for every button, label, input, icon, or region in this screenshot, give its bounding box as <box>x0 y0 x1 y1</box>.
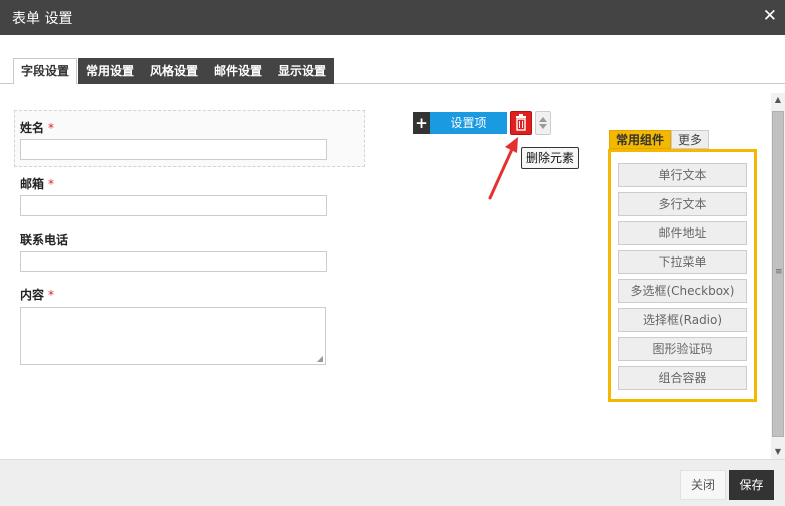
tab-common-settings[interactable]: 常用设置 <box>78 58 143 84</box>
component-panel: 单行文本 多行文本 邮件地址 下拉菜单 多选框(Checkbox) 选择框(Ra… <box>608 149 757 402</box>
field-settings-button[interactable]: 设置项 <box>430 112 507 134</box>
tab-display-settings[interactable]: 显示设置 <box>270 58 335 84</box>
component-captcha[interactable]: 图形验证码 <box>618 337 747 361</box>
save-button[interactable]: 保存 <box>729 470 774 500</box>
tab-field-settings[interactable]: 字段设置 <box>13 58 78 85</box>
field-label-name: 姓名 * <box>20 121 55 135</box>
content-textarea[interactable]: ◢ <box>20 307 326 365</box>
trash-icon <box>516 114 526 131</box>
email-input[interactable] <box>20 195 327 216</box>
close-icon[interactable]: ✕ <box>763 6 777 26</box>
scroll-up-arrow-icon[interactable]: ▲ <box>771 93 785 107</box>
settings-tabs: 字段设置 常用设置 风格设置 邮件设置 显示设置 <box>0 58 785 85</box>
dialog-footer: 关闭 保存 <box>0 459 785 506</box>
delete-field-button[interactable] <box>510 111 532 135</box>
tab-style-settings[interactable]: 风格设置 <box>142 58 207 84</box>
component-multi-line-text[interactable]: 多行文本 <box>618 192 747 216</box>
move-field-button[interactable] <box>535 111 551 135</box>
phone-input[interactable] <box>20 251 327 272</box>
tab-email-settings[interactable]: 邮件设置 <box>206 58 271 84</box>
field-label-content: 内容 * <box>20 288 55 302</box>
add-field-button[interactable]: + <box>413 112 430 134</box>
resize-grip-icon[interactable]: ◢ <box>317 355 323 363</box>
dialog-title: 表单 设置 <box>12 11 73 27</box>
delete-tooltip: 删除元素 <box>521 147 580 169</box>
tab-more-components[interactable]: 更多 <box>671 130 710 149</box>
component-group-container[interactable]: 组合容器 <box>618 366 747 390</box>
form-editor-canvas: 姓名* 邮箱* 联系电话 内容* ◢ + 设置项 删除元素 常用组件 更多 <box>0 84 785 459</box>
required-marker: * <box>48 288 55 302</box>
required-marker: * <box>48 177 55 191</box>
component-email-address[interactable]: 邮件地址 <box>618 221 747 245</box>
required-marker: * <box>48 121 55 135</box>
dialog-titlebar: 表单 设置 ✕ <box>0 0 785 35</box>
grip-icon: ≡ <box>775 267 783 277</box>
field-label-phone: 联系电话 <box>20 233 69 247</box>
scrollbar-thumb[interactable]: ≡ <box>772 111 784 437</box>
red-arrow-annotation <box>488 137 518 200</box>
vertical-scrollbar[interactable]: ▲ ≡ ▼ <box>771 93 785 459</box>
field-label-email: 邮箱 * <box>20 177 55 191</box>
component-checkbox[interactable]: 多选框(Checkbox) <box>618 279 747 303</box>
plus-icon: + <box>415 114 428 132</box>
scroll-down-arrow-icon[interactable]: ▼ <box>771 445 785 459</box>
close-button[interactable]: 关闭 <box>680 470 726 500</box>
component-dropdown[interactable]: 下拉菜单 <box>618 250 747 274</box>
name-input[interactable] <box>20 139 327 160</box>
component-radio[interactable]: 选择框(Radio) <box>618 308 747 332</box>
tab-common-components[interactable]: 常用组件 <box>609 130 672 149</box>
up-down-arrows-icon <box>539 117 547 129</box>
component-single-line-text[interactable]: 单行文本 <box>618 163 747 187</box>
